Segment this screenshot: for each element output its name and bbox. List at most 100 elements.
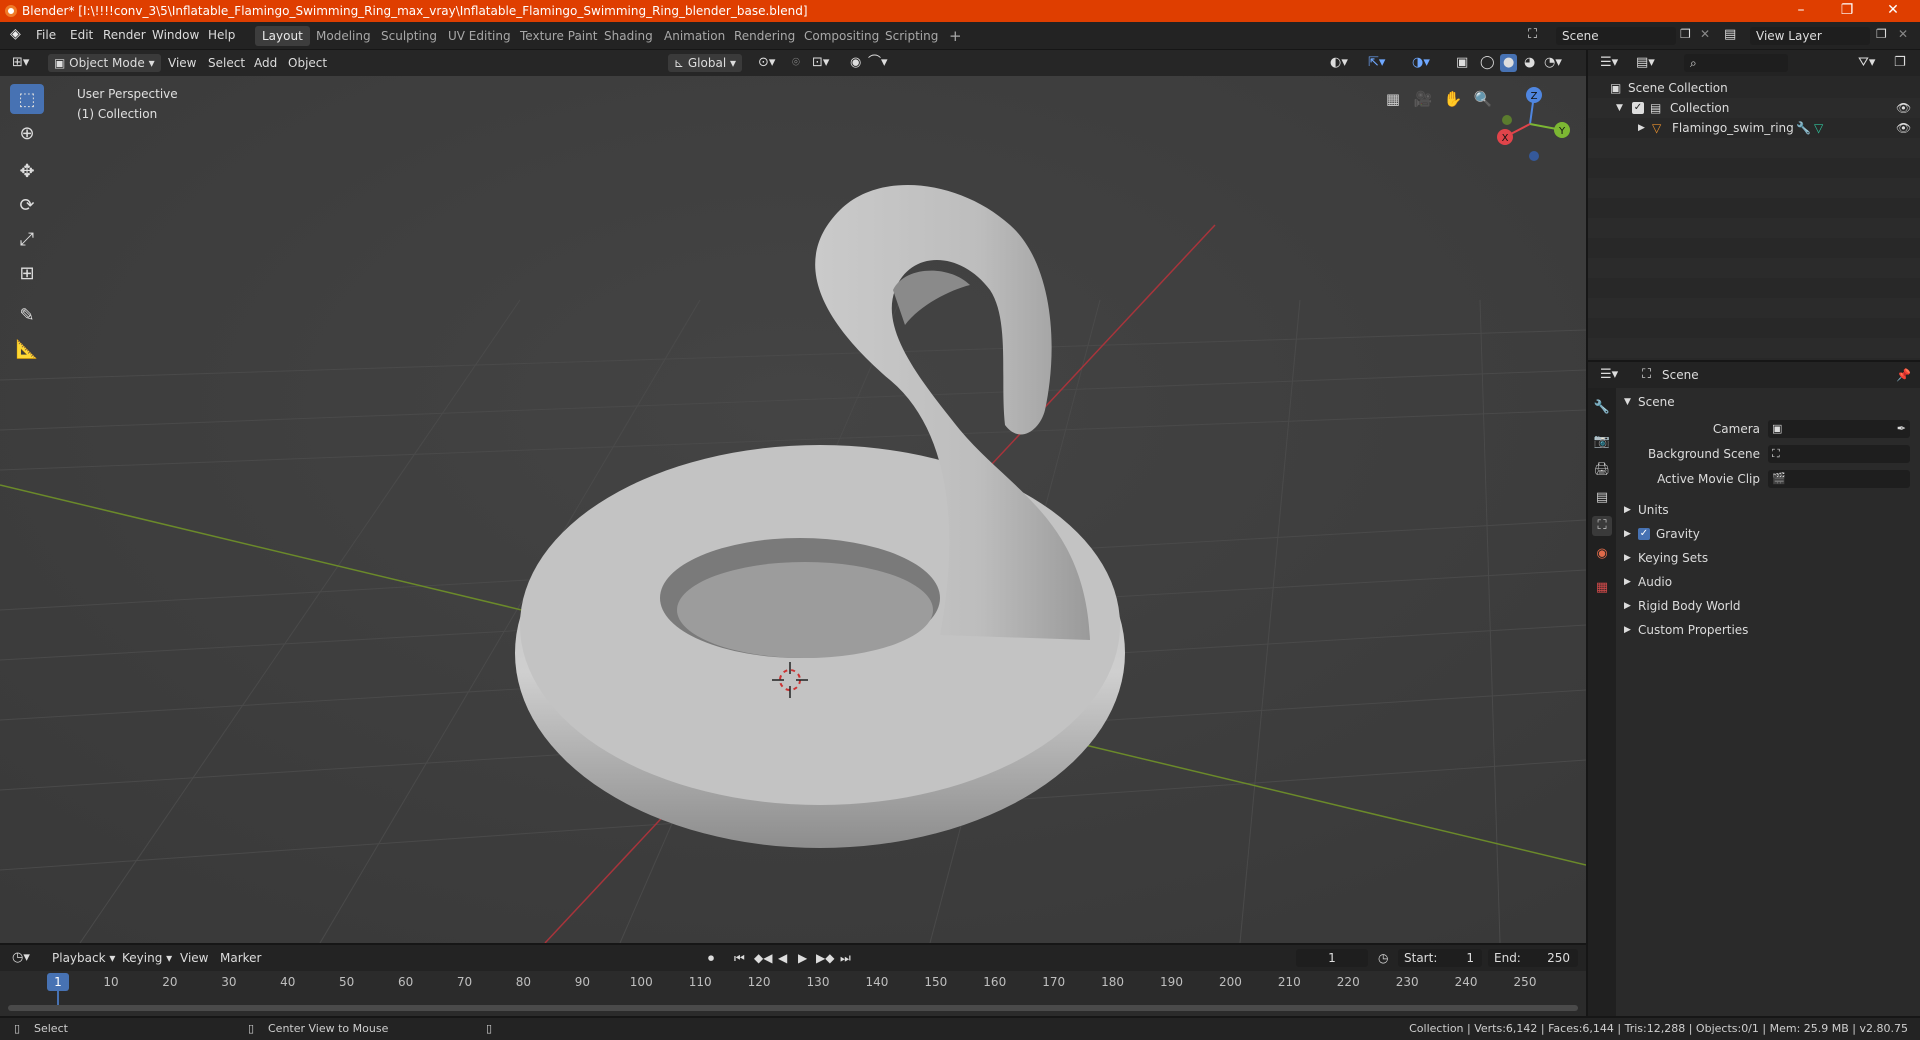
delete-view-layer-icon[interactable]: ✕ bbox=[1898, 27, 1908, 41]
frame-ruler[interactable]: 1 10 20 30 40 50 60 70 80 90 100 110 120 130 140 150 160… bbox=[0, 971, 1586, 993]
overlay-toggle-icon[interactable]: ◑▾ bbox=[1412, 54, 1430, 72]
panel-custom-properties[interactable]: ▶ Custom Properties bbox=[1620, 618, 1920, 642]
modifier-wrench-icon[interactable]: 🔧 bbox=[1796, 118, 1811, 138]
next-keyframe-icon[interactable]: ▶◆ bbox=[816, 949, 834, 967]
solid-shading-icon[interactable]: ● bbox=[1500, 54, 1518, 72]
new-view-layer-icon[interactable]: ❐ bbox=[1876, 27, 1887, 41]
visibility-selector-icon[interactable]: ◐▾ bbox=[1330, 54, 1348, 72]
tab-modeling[interactable]: Modeling bbox=[309, 26, 378, 46]
play-icon[interactable]: ▶ bbox=[798, 949, 807, 967]
panel-rigid-body-world[interactable]: ▶ Rigid Body World bbox=[1620, 594, 1920, 618]
viewport-menu-view[interactable]: View bbox=[168, 54, 196, 72]
cursor-tool-icon[interactable]: ⊕ bbox=[10, 118, 44, 148]
add-workspace-button[interactable]: + bbox=[942, 26, 969, 46]
snap-target-icon[interactable]: ⊡▾ bbox=[812, 54, 829, 72]
prev-keyframe-icon[interactable]: ◆◀ bbox=[754, 949, 772, 967]
world-tab-icon[interactable]: ◉ bbox=[1592, 544, 1612, 564]
view-layer-tab-icon[interactable]: ▤ bbox=[1592, 488, 1612, 508]
outliner-row-flamingo-swim-ring[interactable]: ▶ ▽ Flamingo_swim_ring 🔧 ▽ 👁 bbox=[1588, 118, 1920, 138]
filter-icon[interactable]: ⛛▾ bbox=[1858, 54, 1875, 72]
mode-selector[interactable]: ▣ Object Mode ▾ bbox=[48, 54, 161, 72]
gravity-checkbox[interactable]: ✓ bbox=[1638, 528, 1650, 540]
timeline-area[interactable]: 1 10 20 30 40 50 60 70 80 90 100 110 120 130 140 150 160… bbox=[0, 971, 1586, 1018]
camera-view-icon[interactable]: 🎥 bbox=[1410, 86, 1436, 112]
texture-tab-icon[interactable]: ▦ bbox=[1592, 578, 1612, 598]
timeline-editor-type-icon[interactable]: ◷▾ bbox=[12, 949, 30, 967]
new-collection-icon[interactable]: ❐ bbox=[1894, 54, 1906, 72]
move-tool-icon[interactable]: ✥ bbox=[10, 156, 44, 186]
tab-sculpting[interactable]: Sculpting bbox=[374, 26, 444, 46]
new-scene-icon[interactable]: ❐ bbox=[1680, 27, 1691, 41]
viewport-scene-canvas[interactable] bbox=[0, 50, 1586, 943]
timeline-menu-keying[interactable]: Keying ▾ bbox=[122, 949, 172, 967]
mesh-data-icon[interactable]: ▽ bbox=[1814, 118, 1823, 138]
delete-scene-icon[interactable]: ✕ bbox=[1700, 27, 1710, 41]
menu-render[interactable]: Render bbox=[103, 28, 146, 42]
outliner-row-collection[interactable]: ▼ ✓ ▤ Collection 👁 bbox=[1588, 98, 1920, 118]
maximize-button[interactable]: ❐ bbox=[1824, 0, 1870, 22]
transform-tool-icon[interactable]: ⊞ bbox=[10, 258, 44, 288]
tab-layout[interactable]: Layout bbox=[255, 26, 310, 46]
viewport-menu-add[interactable]: Add bbox=[254, 54, 277, 72]
collection-checkbox[interactable]: ✓ bbox=[1632, 102, 1644, 114]
tab-texture-paint[interactable]: Texture Paint bbox=[513, 26, 604, 46]
active-movie-clip-field[interactable]: 🎬 bbox=[1768, 470, 1910, 488]
editor-type-icon[interactable]: ⊞▾ bbox=[12, 54, 29, 72]
viewport-menu-object[interactable]: Object bbox=[288, 54, 327, 72]
timeline-scrollbar[interactable] bbox=[8, 1005, 1578, 1011]
close-button[interactable]: ✕ bbox=[1870, 0, 1916, 22]
panel-audio[interactable]: ▶ Audio bbox=[1620, 570, 1920, 594]
proportional-edit-icon[interactable]: ◉ bbox=[850, 54, 861, 72]
tab-compositing[interactable]: Compositing bbox=[797, 26, 886, 46]
tab-rendering[interactable]: Rendering bbox=[727, 26, 802, 46]
visibility-eye-icon[interactable]: 👁 bbox=[1896, 118, 1911, 138]
scene-tab-icon[interactable]: ⛶ bbox=[1592, 516, 1612, 536]
current-frame-field[interactable]: 1 bbox=[1296, 949, 1368, 967]
panel-keying-sets[interactable]: ▶ Keying Sets bbox=[1620, 546, 1920, 570]
menu-edit[interactable]: Edit bbox=[70, 28, 93, 42]
navigation-gizmo[interactable]: Z Y X bbox=[1490, 82, 1570, 172]
pan-view-icon[interactable]: ✋ bbox=[1440, 86, 1466, 112]
menu-window[interactable]: Window bbox=[152, 28, 199, 42]
scene-section-header[interactable]: ▼ Scene bbox=[1620, 390, 1920, 414]
outliner-row-scene-collection[interactable]: ▣ Scene Collection bbox=[1588, 78, 1920, 98]
output-tab-icon[interactable]: 🖨 bbox=[1592, 460, 1612, 480]
render-tab-icon[interactable]: 📷 bbox=[1592, 432, 1612, 452]
expand-arrow-icon[interactable]: ▶ bbox=[1638, 118, 1645, 138]
panel-gravity[interactable]: ▶ ✓ Gravity bbox=[1620, 522, 1920, 546]
3d-viewport[interactable] bbox=[0, 50, 1586, 943]
pin-icon[interactable]: 📌 bbox=[1896, 366, 1911, 384]
wireframe-shading-icon[interactable]: ◯ bbox=[1480, 54, 1495, 72]
jump-end-icon[interactable]: ⏭ bbox=[840, 949, 851, 967]
tool-tab-icon[interactable]: 🔧 bbox=[1592, 398, 1612, 418]
camera-field[interactable]: ▣ ✒ bbox=[1768, 420, 1910, 438]
tab-shading[interactable]: Shading bbox=[597, 26, 660, 46]
view-layer-browse-icon[interactable]: ▤ bbox=[1724, 27, 1736, 42]
outliner-search-input[interactable]: ⌕ bbox=[1684, 54, 1788, 72]
timeline-menu-marker[interactable]: Marker bbox=[220, 949, 261, 967]
viewport-menu-select[interactable]: Select bbox=[208, 54, 245, 72]
toggle-perspective-icon[interactable]: ▦ bbox=[1380, 86, 1406, 112]
pivot-point-icon[interactable]: ⊙▾ bbox=[758, 54, 775, 72]
tab-uv-editing[interactable]: UV Editing bbox=[441, 26, 518, 46]
rendered-shading-icon[interactable]: ◔▾ bbox=[1544, 54, 1562, 72]
material-shading-icon[interactable]: ◕ bbox=[1524, 54, 1535, 72]
menu-help[interactable]: Help bbox=[208, 28, 235, 42]
scale-tool-icon[interactable]: ⤢ bbox=[10, 224, 44, 254]
outliner-editor-type-icon[interactable]: ☰▾ bbox=[1600, 54, 1618, 72]
view-layer-selector[interactable]: View Layer bbox=[1750, 27, 1870, 45]
visibility-eye-icon[interactable]: 👁 bbox=[1896, 98, 1911, 118]
gizmo-toggle-icon[interactable]: ⇱▾ bbox=[1368, 54, 1385, 72]
xray-toggle-icon[interactable]: ▣ bbox=[1456, 54, 1468, 72]
measure-tool-icon[interactable]: 📐 bbox=[10, 334, 44, 364]
background-scene-field[interactable]: ⛶ bbox=[1768, 445, 1910, 463]
panel-units[interactable]: ▶ Units bbox=[1620, 498, 1920, 522]
clock-icon[interactable]: ◷ bbox=[1378, 949, 1388, 967]
falloff-icon[interactable]: ⌒▾ bbox=[868, 54, 888, 72]
play-reverse-icon[interactable]: ◀ bbox=[778, 949, 787, 967]
scene-selector[interactable]: Scene bbox=[1556, 27, 1676, 45]
timeline-menu-view[interactable]: View bbox=[180, 949, 208, 967]
tab-scripting[interactable]: Scripting bbox=[878, 26, 945, 46]
minimize-button[interactable]: – bbox=[1778, 0, 1824, 22]
record-icon[interactable]: ⏺ bbox=[708, 949, 714, 967]
